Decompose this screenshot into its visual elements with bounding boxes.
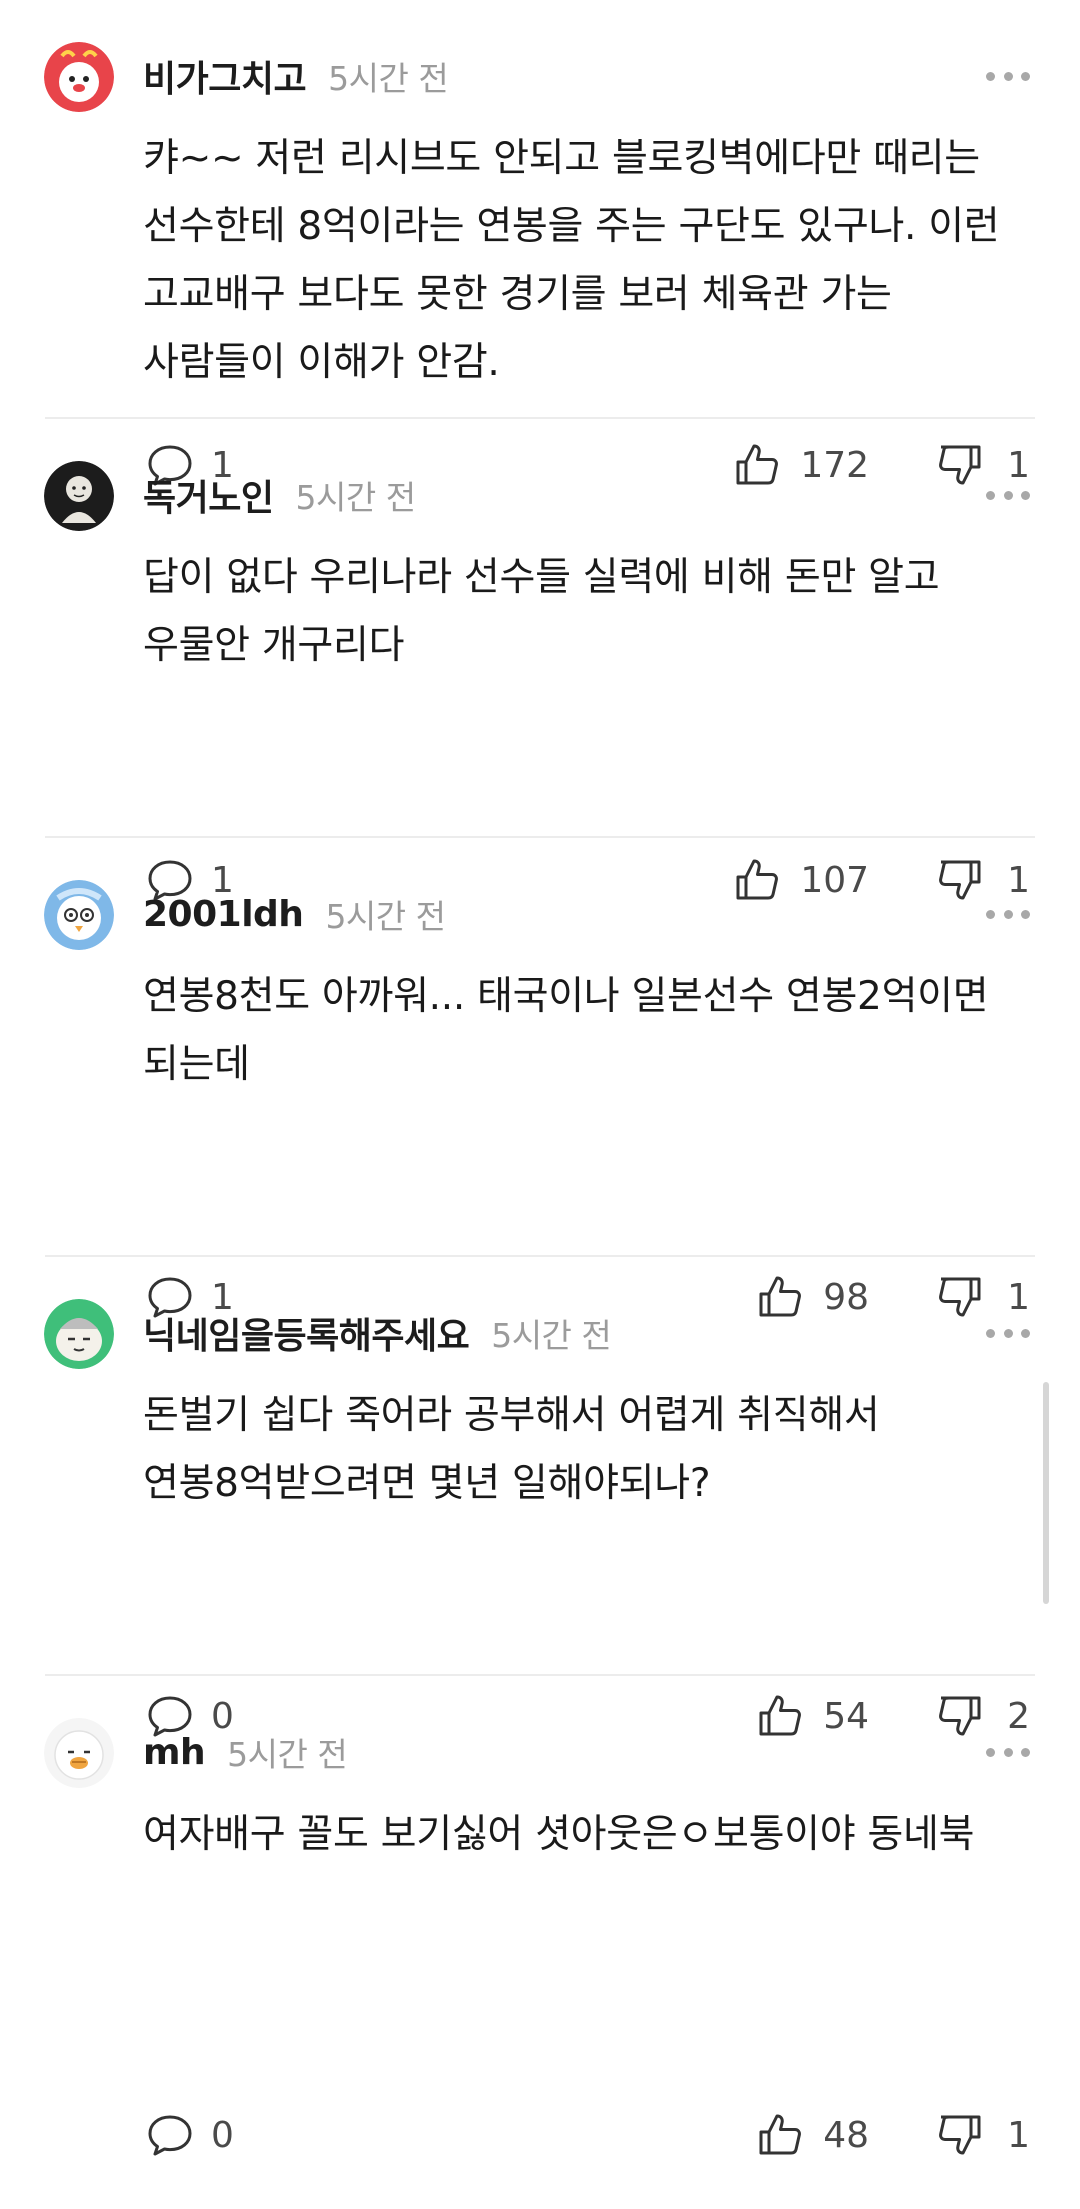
avatar-blue-bird-icon [44, 880, 114, 950]
dislike-count: 1 [1007, 2114, 1030, 2156]
avatar-white-duck-icon [44, 1718, 114, 1788]
comment-item: 2001ldh 5시간 전 연봉8천도 아까워... 태국이나 일본선수 연봉2… [0, 838, 1080, 1318]
comment-item: mh 5시간 전 여자배구 꼴도 보기싫어 셧아웃은ㅇ보통이야 동네북 0 48 [0, 1676, 1080, 2156]
user-avatar[interactable] [44, 880, 114, 950]
comment-list: 비가그치고 5시간 전 캬~~ 저런 리시브도 안되고 블로킹벽에다만 때리는 … [0, 0, 1080, 2156]
user-avatar[interactable] [44, 1299, 114, 1369]
comment-item: 닉네임을등록해주세요 5시간 전 돈벌기 쉽다 죽어라 공부해서 어렵게 취직해… [0, 1257, 1080, 1737]
username[interactable]: 독거노인 [143, 469, 274, 521]
comment-text: 연봉8천도 아까워... 태국이나 일본선수 연봉2억이면 되는데 [143, 974, 989, 1087]
like-count: 48 [823, 2114, 870, 2156]
more-dots-icon[interactable] [986, 1327, 1030, 1339]
comment-item: 비가그치고 5시간 전 캬~~ 저런 리시브도 안되고 블로킹벽에다만 때리는 … [0, 0, 1080, 486]
user-avatar[interactable] [44, 461, 114, 531]
timestamp: 5시간 전 [325, 897, 446, 936]
like-button[interactable]: 48 [755, 2110, 869, 2160]
comment-text: 답이 없다 우리나라 선수들 실력에 비해 돈만 알고 우물안 개구리다 [143, 555, 940, 668]
user-avatar[interactable] [44, 1718, 114, 1788]
comment-header: 닉네임을등록해주세요 5시간 전 [143, 1307, 612, 1359]
timestamp: 5시간 전 [328, 59, 449, 98]
comment-header: 독거노인 5시간 전 [143, 471, 416, 519]
timestamp: 5시간 전 [295, 478, 416, 517]
username[interactable]: 닉네임을등록해주세요 [143, 1307, 470, 1359]
more-dots-icon[interactable] [986, 908, 1030, 920]
username[interactable]: mh [143, 1732, 206, 1773]
dislike-button[interactable]: 1 [935, 2110, 1030, 2160]
more-dots-icon[interactable] [986, 489, 1030, 501]
comment-item: 독거노인 5시간 전 답이 없다 우리나라 선수들 실력에 비해 돈만 알고 우… [0, 419, 1080, 901]
comment-header: mh 5시간 전 [143, 1728, 348, 1776]
comment-header: 비가그치고 5시간 전 [143, 50, 449, 102]
comment-text: 여자배구 꼴도 보기싫어 셧아웃은ㅇ보통이야 동네북 [143, 1812, 975, 1857]
avatar-red-mascot-icon [44, 42, 114, 112]
username[interactable]: 비가그치고 [143, 50, 307, 102]
timestamp: 5시간 전 [227, 1735, 348, 1774]
avatar-old-man-icon [44, 461, 114, 531]
reply-button[interactable]: 0 [145, 2110, 234, 2160]
comment-text: 캬~~ 저런 리시브도 안되고 블로킹벽에다만 때리는 선수한테 8억이라는 연… [143, 136, 1000, 385]
comment-header: 2001ldh 5시간 전 [143, 890, 446, 938]
thumbs-up-icon [759, 2114, 802, 2155]
thumbs-down-icon [939, 2115, 981, 2155]
timestamp: 5시간 전 [491, 1316, 612, 1355]
comment-text: 돈벌기 쉽다 죽어라 공부해서 어렵게 취직해서 연봉8억받으려면 몇년 일해야… [143, 1393, 880, 1506]
more-dots-icon[interactable] [986, 1746, 1030, 1758]
scrollbar[interactable] [1043, 1382, 1049, 1604]
vote-group: 48 1 [755, 2110, 1030, 2160]
user-avatar[interactable] [44, 42, 114, 112]
username[interactable]: 2001ldh [143, 894, 304, 935]
speech-bubble-icon [148, 2115, 192, 2156]
more-dots-icon[interactable] [986, 70, 1030, 82]
reply-count: 0 [211, 2114, 234, 2156]
avatar-green-character-icon [44, 1299, 114, 1369]
